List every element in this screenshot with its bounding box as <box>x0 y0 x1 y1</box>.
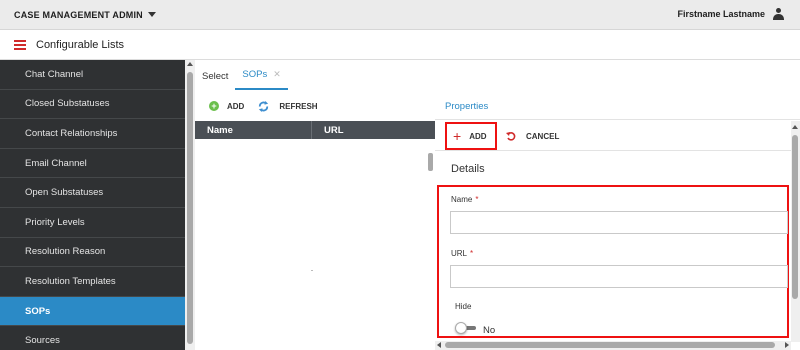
properties-add-label: ADD <box>469 131 487 141</box>
scroll-thumb[interactable] <box>792 135 798 299</box>
divider-mark <box>311 270 313 271</box>
url-label-text: URL <box>451 249 468 258</box>
menu-icon[interactable] <box>14 39 26 50</box>
tab-bar: Select SOPs ✕ <box>195 60 435 90</box>
required-marker: * <box>470 249 474 258</box>
column-header-name[interactable]: Name <box>195 121 312 139</box>
scroll-up-icon[interactable] <box>187 62 193 66</box>
sidebar-item-resolution-reason[interactable]: Resolution Reason <box>0 238 185 268</box>
sidebar-item-contact-relationships[interactable]: Contact Relationships <box>0 119 185 149</box>
scroll-up-icon[interactable] <box>792 125 798 129</box>
required-marker: * <box>475 195 479 204</box>
scroll-thumb[interactable] <box>187 72 193 344</box>
list-toolbar: + ADD REFRESH <box>195 96 435 116</box>
plus-icon: + <box>453 128 462 144</box>
refresh-button[interactable]: REFRESH <box>258 100 318 112</box>
tab-sops-label: SOPs <box>242 69 268 80</box>
top-bar: CASE MANAGEMENT ADMIN Firstname Lastname <box>0 0 800 30</box>
refresh-icon <box>259 100 269 112</box>
name-input[interactable] <box>450 211 788 234</box>
sidebar-item-sources[interactable]: Sources <box>0 326 185 350</box>
tab-sops[interactable]: SOPs ✕ <box>235 69 288 90</box>
scroll-left-icon[interactable] <box>437 342 441 348</box>
properties-add-button[interactable]: + ADD <box>445 122 497 150</box>
details-form-highlight <box>437 185 789 338</box>
hide-toggle[interactable] <box>455 322 477 334</box>
properties-horizontal-scrollbar[interactable] <box>435 341 791 350</box>
url-field-label: URL * <box>451 249 473 258</box>
sidebar-item-priority-levels[interactable]: Priority Levels <box>0 208 185 238</box>
url-input[interactable] <box>450 265 788 288</box>
details-title: Details <box>451 163 485 175</box>
list-add-label: ADD <box>227 101 245 111</box>
hide-field-label: Hide <box>455 302 472 311</box>
grid-scroll-thumb[interactable] <box>428 153 433 171</box>
caret-down-icon[interactable] <box>147 12 156 17</box>
scroll-thumb[interactable] <box>445 342 775 348</box>
sub-header: Configurable Lists <box>0 30 800 60</box>
page-title: Configurable Lists <box>36 38 125 51</box>
app-title[interactable]: CASE MANAGEMENT ADMIN <box>14 10 143 20</box>
tab-select[interactable]: Select <box>195 71 235 90</box>
name-label-text: Name <box>451 195 473 204</box>
refresh-label: REFRESH <box>279 101 318 111</box>
scroll-right-icon[interactable] <box>785 342 789 348</box>
sidebar-item-sops[interactable]: SOPs <box>0 296 185 327</box>
grid-header: Name URL <box>195 121 435 139</box>
user-icon[interactable] <box>773 8 784 21</box>
list-add-button[interactable]: + ADD <box>209 101 244 111</box>
cancel-button[interactable]: CANCEL <box>506 131 559 141</box>
column-header-url[interactable]: URL <box>312 121 435 139</box>
divider <box>435 119 800 120</box>
tab-properties[interactable]: Properties <box>445 101 488 112</box>
sidebar-item-email-channel[interactable]: Email Channel <box>0 149 185 179</box>
sidebar-item-chat-channel[interactable]: Chat Channel <box>0 60 185 90</box>
undo-icon <box>506 132 516 141</box>
sidebar-item-closed-substatuses[interactable]: Closed Substatuses <box>0 90 185 120</box>
close-icon[interactable]: ✕ <box>273 69 281 79</box>
grid-body <box>195 139 435 350</box>
sidebar: Chat Channel Closed Substatuses Contact … <box>0 60 185 350</box>
sidebar-item-resolution-templates[interactable]: Resolution Templates <box>0 267 185 297</box>
properties-vertical-scrollbar[interactable] <box>791 121 800 342</box>
hide-toggle-value: No <box>483 325 496 336</box>
user-name[interactable]: Firstname Lastname <box>677 9 765 19</box>
sidebar-scrollbar[interactable] <box>185 60 195 350</box>
name-field-label: Name * <box>451 195 478 204</box>
cancel-label: CANCEL <box>526 131 560 141</box>
add-circle-icon: + <box>209 101 219 111</box>
sidebar-item-open-substatuses[interactable]: Open Substatuses <box>0 178 185 208</box>
